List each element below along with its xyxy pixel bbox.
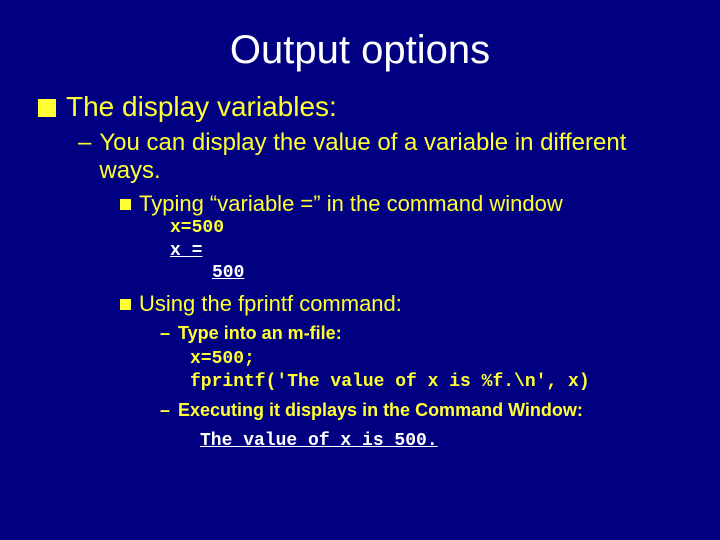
bullet-level3-b: Using the fprintf command: [120,291,690,317]
slide-title: Output options [0,0,720,83]
square-small-icon [120,199,131,210]
level3b-text: Using the fprintf command: [139,291,402,317]
square-small-icon [120,299,131,310]
code1-line1: x=500 [170,217,720,240]
dash-icon: – [78,129,91,157]
code2-line1: x=500; [190,348,720,371]
code-block-1: x=500 x = 500 [170,217,720,285]
square-bullet-icon [38,99,56,117]
code1-line2: x = [170,240,720,263]
dash-icon: – [160,400,170,421]
code-block-3: The value of x is 500. [200,431,720,451]
level3a-text: Typing “variable =” in the command windo… [139,191,563,217]
level2-text: You can display the value of a variable … [99,129,680,185]
level4a-text: Type into an m-file: [178,323,342,344]
bullet-level2: – You can display the value of a variabl… [78,129,680,185]
bullet-level4-a: – Type into an m-file: [160,323,690,344]
slide: Output options The display variables: – … [0,0,720,540]
bullet-level3-a: Typing “variable =” in the command windo… [120,191,690,217]
code-block-2: x=500; fprintf('The value of x is %f.\n'… [190,348,720,395]
level1-text: The display variables: [66,91,337,123]
code3-line1: The value of x is 500. [200,431,438,451]
bullet-level1: The display variables: [38,91,720,123]
dash-icon: – [160,323,170,344]
code1-line3: 500 [212,262,720,285]
code2-line2: fprintf('The value of x is %f.\n', x) [190,371,720,394]
bullet-level4-b: – Executing it displays in the Command W… [160,400,690,421]
level4b-text: Executing it displays in the Command Win… [178,400,583,421]
